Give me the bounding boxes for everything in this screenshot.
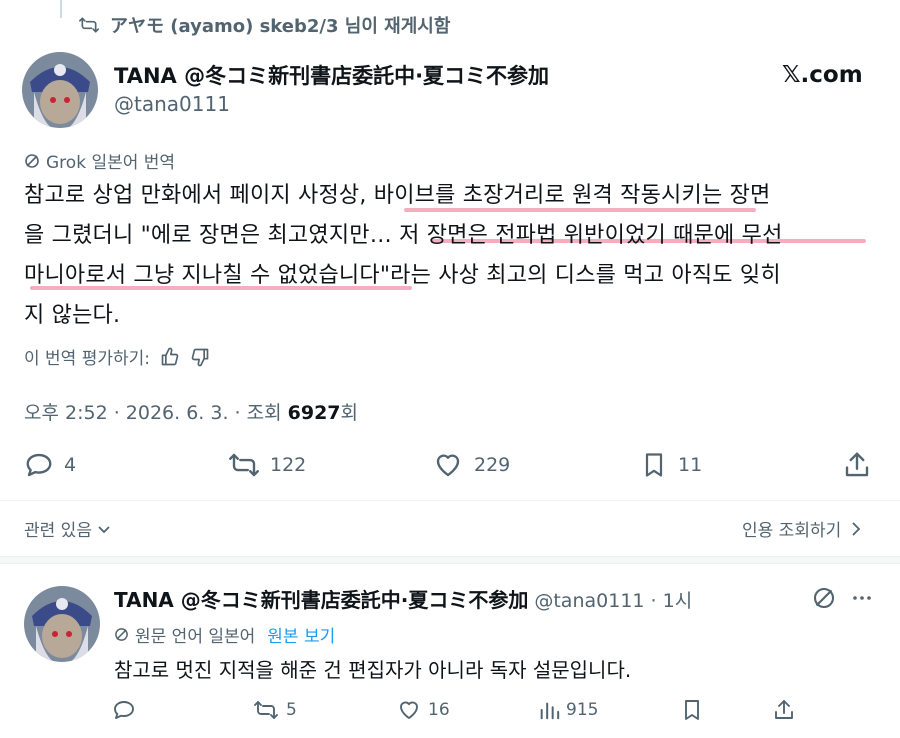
heart-icon: [396, 698, 422, 722]
post-body-line: 을 그렸더니 "에로 장면은 최고였지만… 저 장면은 전파법 위반이었기 때문…: [24, 223, 783, 248]
post-body: 참고로 상업 만화에서 페이지 사정상, 바이브를 초장거리로 원격 작동시키는…: [24, 176, 884, 336]
grok-translation-label: Grok 일본어 번역: [24, 148, 175, 173]
x-brand-logo: 𝕏.com: [782, 62, 863, 88]
grok-icon: [812, 586, 836, 610]
thumbs-up-icon[interactable]: [160, 347, 180, 367]
author-name[interactable]: TANA @冬コミ新刊書店委託中·夏コミ不参加: [114, 60, 549, 90]
divider: [0, 500, 900, 501]
related-toggle[interactable]: 관련 있음: [24, 516, 112, 541]
analytics-icon: [538, 698, 560, 722]
post-body-line: 참고로 상업 만화에서 페이지 사정상, 바이브를 초장거리로 원격 작동시키는…: [24, 183, 771, 208]
reply-author-name[interactable]: TANA @冬コミ新刊書店委託中·夏コミ不参加: [114, 584, 528, 613]
repost-context[interactable]: アヤモ (ayamo) skeb2/3 님이 재게시함: [78, 12, 450, 38]
reply-bookmark-button[interactable]: [680, 698, 704, 722]
repost-icon: [78, 15, 100, 35]
bookmark-icon: [640, 450, 668, 480]
reply-like-count: 16: [428, 700, 450, 720]
author-handle[interactable]: @tana0111: [114, 92, 230, 116]
thread-connector: [60, 0, 62, 18]
reply-handle-time[interactable]: @tana0111 · 1시: [534, 586, 692, 613]
repost-icon: [228, 450, 260, 480]
repost-button[interactable]: 122: [228, 450, 306, 480]
rate-translation: 이 번역 평가하기:: [24, 344, 210, 369]
source-language: 원문 언어 일본어: [135, 627, 256, 647]
like-button[interactable]: 229: [432, 450, 510, 480]
share-icon: [772, 698, 796, 722]
bookmark-icon: [680, 698, 704, 722]
share-button[interactable]: [842, 450, 872, 480]
reply-button[interactable]: 4: [24, 450, 76, 480]
reply-repost-button[interactable]: 5: [252, 698, 297, 722]
reply-text: 참고로 멋진 지적을 해준 건 편집자가 아니라 독자 설문입니다.: [114, 658, 632, 682]
reply-icon: [112, 698, 136, 722]
section-separator: [0, 556, 900, 564]
repost-icon: [252, 698, 280, 722]
bookmark-count: 11: [678, 454, 703, 476]
post-meta: 오후 2:52 · 2026. 6. 3. · 조회 6927회: [24, 398, 358, 425]
avatar[interactable]: [22, 52, 98, 128]
view-count: 6927: [287, 402, 341, 424]
chevron-right-icon: [849, 521, 863, 537]
view-suffix: 회: [340, 402, 359, 424]
repost-count: 122: [270, 454, 307, 476]
reply-share-button[interactable]: [772, 698, 796, 722]
chevron-down-icon: [96, 521, 112, 537]
show-original-link[interactable]: 원본 보기: [267, 622, 335, 647]
grok-button[interactable]: [812, 586, 836, 610]
reply-views-button[interactable]: 915: [538, 698, 598, 722]
repost-text: アヤモ (ayamo) skeb2/3 님이 재게시함: [110, 16, 451, 37]
grok-icon: [24, 153, 40, 169]
bookmark-button[interactable]: 11: [640, 450, 702, 480]
reply-translation-info: 원문 언어 일본어 원본 보기: [114, 622, 335, 647]
translate-icon: [114, 627, 129, 642]
post-body-line: 지 않는다.: [24, 303, 121, 328]
reply-views-count: 915: [566, 700, 599, 720]
heart-icon: [432, 450, 464, 480]
like-count: 229: [474, 454, 511, 476]
post-timestamp[interactable]: 오후 2:52 · 2026. 6. 3. · 조회: [24, 402, 288, 424]
reply-repost-count: 5: [286, 700, 297, 720]
reply-count: 4: [64, 454, 77, 476]
reply-reply-button[interactable]: [112, 698, 142, 722]
reply-like-button[interactable]: 16: [396, 698, 450, 722]
view-quotes-link[interactable]: 인용 조회하기: [742, 516, 863, 541]
thumbs-down-icon[interactable]: [190, 347, 210, 367]
post-body-line: 마니아로서 그냥 지나칠 수 없었습니다"라는 사상 최고의 디스를 먹고 아직…: [24, 263, 781, 288]
more-options-button[interactable]: [850, 586, 874, 610]
reply-header: TANA @冬コミ新刊書店委託中·夏コミ不参加 @tana0111 · 1시: [114, 584, 692, 613]
more-dots-icon: [850, 586, 874, 610]
share-icon: [842, 450, 872, 480]
reply-avatar[interactable]: [24, 586, 100, 662]
reply-icon: [24, 450, 54, 480]
